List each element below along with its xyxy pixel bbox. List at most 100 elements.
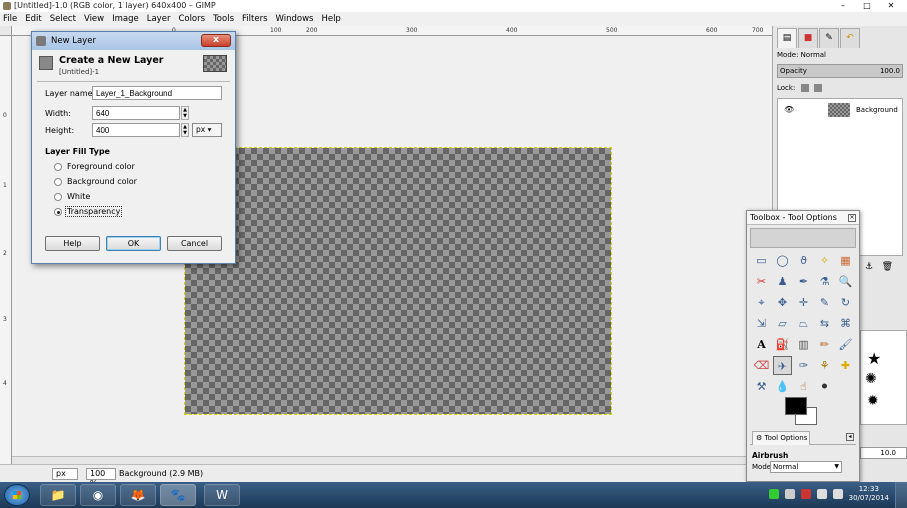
eye-icon[interactable]: 👁 bbox=[784, 105, 794, 114]
brushes-panel[interactable]: ★ ✺ ✹ bbox=[860, 330, 907, 425]
ink-icon[interactable]: ✑ bbox=[794, 356, 813, 375]
paintbrush-icon[interactable]: 🖌 bbox=[836, 335, 855, 354]
horizontal-scrollbar[interactable] bbox=[12, 456, 760, 464]
radio-foreground-label[interactable]: Foreground color bbox=[67, 162, 135, 171]
clone-icon[interactable]: ⚘ bbox=[815, 356, 834, 375]
color-select-icon[interactable]: ▦ bbox=[836, 251, 855, 270]
layer-mode[interactable]: Mode: Normal bbox=[777, 51, 826, 59]
rotate-icon[interactable]: ↻ bbox=[836, 293, 855, 312]
tool-mode-select[interactable]: Normal ▼ bbox=[770, 461, 842, 473]
color-picker-icon[interactable]: ⚗ bbox=[815, 272, 834, 291]
tray-app-icon[interactable] bbox=[769, 489, 779, 499]
align-icon[interactable]: ✛ bbox=[794, 293, 813, 312]
toolbox-close-icon[interactable]: × bbox=[848, 214, 856, 222]
height-input[interactable] bbox=[92, 123, 180, 137]
ruler-corner[interactable] bbox=[0, 26, 12, 36]
pencil-icon[interactable]: ✏ bbox=[815, 335, 834, 354]
height-stepper[interactable]: ▲ ▼ bbox=[181, 123, 189, 137]
color-swatches[interactable] bbox=[785, 397, 825, 429]
menu-edit[interactable]: Edit bbox=[25, 14, 41, 24]
unit-dropdown[interactable]: px ▾ bbox=[192, 123, 222, 137]
zoom-select[interactable]: 100 % bbox=[86, 468, 116, 488]
free-select-icon[interactable]: ϑ bbox=[794, 251, 813, 270]
fuzzy-select-icon[interactable]: ✧ bbox=[815, 251, 834, 270]
radio-background[interactable] bbox=[54, 178, 62, 186]
tray-acrobat-icon[interactable] bbox=[801, 489, 811, 499]
brush-splatter-icon[interactable]: ✺ bbox=[865, 371, 877, 387]
tab-undo[interactable]: ↶ bbox=[840, 28, 860, 48]
foreground-select-icon[interactable]: ♟ bbox=[773, 272, 792, 291]
maximize-button[interactable]: □ bbox=[856, 0, 878, 12]
start-button[interactable] bbox=[4, 484, 30, 506]
brush-star-icon[interactable]: ★ bbox=[867, 349, 881, 368]
tray-volume-icon[interactable] bbox=[833, 489, 843, 499]
text-icon[interactable]: A bbox=[752, 335, 771, 354]
explorer-taskbar-icon[interactable]: 📁 bbox=[40, 484, 76, 506]
tray-flag-icon[interactable] bbox=[785, 489, 795, 499]
menu-select[interactable]: Select bbox=[50, 14, 76, 24]
smudge-icon[interactable]: ☝ bbox=[794, 377, 813, 396]
help-button[interactable]: Help bbox=[45, 236, 100, 251]
show-desktop-button[interactable] bbox=[895, 482, 907, 508]
paths-icon[interactable]: ✒ bbox=[794, 272, 813, 291]
lock-alpha-icon[interactable] bbox=[813, 84, 822, 92]
cage-icon[interactable]: ⌘ bbox=[836, 314, 855, 333]
zoom-icon[interactable]: 🔍 bbox=[836, 272, 855, 291]
close-window-button[interactable]: ✕ bbox=[880, 0, 902, 12]
delete-icon[interactable]: 🗑 bbox=[882, 262, 893, 272]
lock-pixels-icon[interactable] bbox=[800, 84, 809, 92]
toolbox-titlebar[interactable]: Toolbox - Tool Options bbox=[747, 211, 859, 225]
word-taskbar-icon[interactable]: W bbox=[204, 484, 240, 506]
perspective-icon[interactable]: ⏢ bbox=[794, 314, 813, 333]
ellipse-select-icon[interactable]: ◯ bbox=[773, 251, 792, 270]
dodge-burn-icon[interactable]: ⚫ bbox=[815, 377, 834, 396]
scale-icon[interactable]: ⇲ bbox=[752, 314, 771, 333]
blur-icon[interactable]: 💧 bbox=[773, 377, 792, 396]
radio-white[interactable] bbox=[54, 193, 62, 201]
tray-network-icon[interactable] bbox=[817, 489, 827, 499]
scissors-icon[interactable]: ✂ bbox=[752, 272, 771, 291]
brush-grunge-icon[interactable]: ✹ bbox=[867, 393, 879, 409]
anchor-icon[interactable]: ⚓ bbox=[865, 262, 873, 272]
menu-colors[interactable]: Colors bbox=[178, 14, 205, 24]
dialog-titlebar[interactable]: New Layer x bbox=[32, 32, 235, 50]
radio-foreground[interactable] bbox=[54, 163, 62, 171]
minimize-button[interactable]: – bbox=[832, 0, 854, 12]
measure-icon[interactable]: ⌖ bbox=[752, 293, 771, 312]
perspective-clone-icon[interactable]: ⚒ bbox=[752, 377, 771, 396]
heal-icon[interactable]: ✚ bbox=[836, 356, 855, 375]
dialog-close-button[interactable]: x bbox=[201, 34, 231, 47]
layer-name-input[interactable] bbox=[92, 86, 222, 100]
menu-view[interactable]: View bbox=[84, 14, 104, 24]
radio-white-label[interactable]: White bbox=[67, 192, 90, 201]
airbrush-icon[interactable]: ✈ bbox=[773, 356, 792, 375]
radio-transparency[interactable] bbox=[54, 208, 62, 216]
bucket-fill-icon[interactable]: ⛽ bbox=[773, 335, 792, 354]
shear-icon[interactable]: ▱ bbox=[773, 314, 792, 333]
vertical-ruler[interactable]: 0 1 2 3 4 bbox=[0, 36, 12, 466]
opacity-slider[interactable]: Opacity 100.0 bbox=[777, 64, 903, 78]
tab-tool-options[interactable]: ⚙ Tool Options bbox=[752, 431, 810, 445]
move-icon[interactable]: ✥ bbox=[773, 293, 792, 312]
tab-paths[interactable]: ✎ bbox=[819, 28, 839, 48]
tab-channels[interactable]: ■ bbox=[798, 28, 818, 48]
menu-tools[interactable]: Tools bbox=[213, 14, 234, 24]
crop-icon[interactable]: ✎ bbox=[815, 293, 834, 312]
menu-file[interactable]: File bbox=[3, 14, 17, 24]
width-input[interactable] bbox=[92, 106, 180, 120]
layer-row[interactable]: 👁 Background bbox=[778, 103, 902, 117]
gimp-taskbar-icon[interactable]: 🐾 bbox=[160, 484, 196, 506]
image-canvas[interactable] bbox=[184, 147, 612, 415]
radio-transparency-label[interactable]: Transparency bbox=[65, 206, 123, 217]
foreground-color-swatch[interactable] bbox=[785, 397, 807, 415]
tab-config-icon[interactable]: ◂ bbox=[846, 433, 854, 441]
flip-icon[interactable]: ⇆ bbox=[815, 314, 834, 333]
menu-windows[interactable]: Windows bbox=[276, 14, 314, 24]
spacing-spinner[interactable]: 10.0 bbox=[860, 447, 907, 459]
rect-select-icon[interactable]: ▭ bbox=[752, 251, 771, 270]
cancel-button[interactable]: Cancel bbox=[167, 236, 222, 251]
width-stepper[interactable]: ▲ ▼ bbox=[181, 106, 189, 120]
clock[interactable]: 12:33 30/07/2014 bbox=[849, 485, 889, 503]
radio-background-label[interactable]: Background color bbox=[67, 177, 137, 186]
menu-filters[interactable]: Filters bbox=[242, 14, 267, 24]
